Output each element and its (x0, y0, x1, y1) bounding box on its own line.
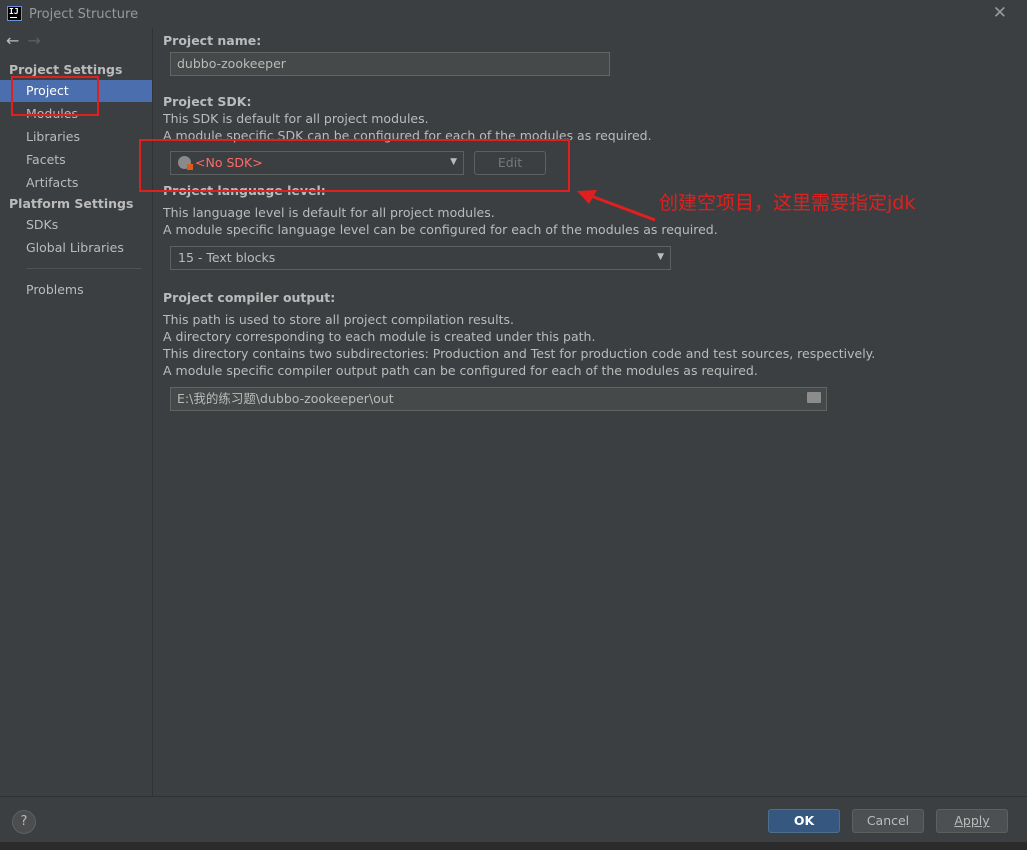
project-name-input[interactable]: dubbo-zookeeper (170, 52, 610, 76)
folder-icon[interactable] (807, 392, 821, 403)
compiler-output-path-input[interactable]: E:\我的练习题\dubbo-zookeeper\out (170, 387, 827, 411)
forward-arrow-icon[interactable]: → (27, 31, 40, 50)
project-name-label: Project name: (163, 33, 262, 48)
sidebar-item-sdks[interactable]: SDKs (0, 214, 152, 236)
bottom-edge (0, 842, 1027, 850)
language-level-desc-1: This language level is default for all p… (163, 205, 495, 220)
compiler-output-desc-3: This directory contains two subdirectori… (163, 346, 876, 361)
sidebar-divider (26, 268, 142, 269)
compiler-output-desc-4: A module specific compiler output path c… (163, 363, 758, 378)
compiler-output-desc-1: This path is used to store all project c… (163, 312, 514, 327)
title-bar: IJ Project Structure ✕ (0, 0, 1027, 28)
chevron-down-icon: ▼ (657, 252, 664, 262)
compiler-output-label: Project compiler output: (163, 290, 336, 305)
sidebar-item-libraries[interactable]: Libraries (0, 126, 152, 148)
compiler-output-path-value: E:\我的练习题\dubbo-zookeeper\out (177, 391, 394, 406)
project-sdk-desc-1: This SDK is default for all project modu… (163, 111, 429, 126)
cancel-button[interactable]: Cancel (852, 809, 924, 833)
window-title: Project Structure (29, 7, 139, 22)
sidebar-item-global-libraries[interactable]: Global Libraries (0, 237, 152, 259)
sidebar-item-artifacts[interactable]: Artifacts (0, 172, 152, 194)
dialog-footer: ? OK Cancel Apply (0, 796, 1027, 843)
language-level-selected: 15 - Text blocks (178, 250, 276, 265)
intellij-logo-icon: IJ (7, 6, 22, 21)
nav-arrows: ← → (6, 31, 41, 50)
language-level-dropdown[interactable]: 15 - Text blocks ▼ (170, 246, 671, 270)
section-header-project-settings: Project Settings (9, 62, 123, 77)
annotation-box-sdk (139, 139, 570, 192)
help-button[interactable]: ? (12, 810, 36, 834)
ok-button[interactable]: OK (768, 809, 840, 833)
apply-button[interactable]: Apply (936, 809, 1008, 833)
section-header-platform-settings: Platform Settings (9, 196, 134, 211)
back-arrow-icon[interactable]: ← (6, 31, 19, 50)
project-sdk-label: Project SDK: (163, 94, 252, 109)
annotation-arrow-icon (577, 190, 656, 222)
sidebar: ← → Project Settings Project Modules Libr… (0, 28, 153, 796)
annotation-text: 创建空项目，这里需要指定jdk (659, 192, 916, 214)
annotation-box-project (11, 76, 99, 116)
compiler-output-desc-2: A directory corresponding to each module… (163, 329, 596, 344)
sidebar-item-facets[interactable]: Facets (0, 149, 152, 171)
sidebar-item-problems[interactable]: Problems (0, 279, 152, 301)
close-icon[interactable]: ✕ (993, 3, 1007, 23)
